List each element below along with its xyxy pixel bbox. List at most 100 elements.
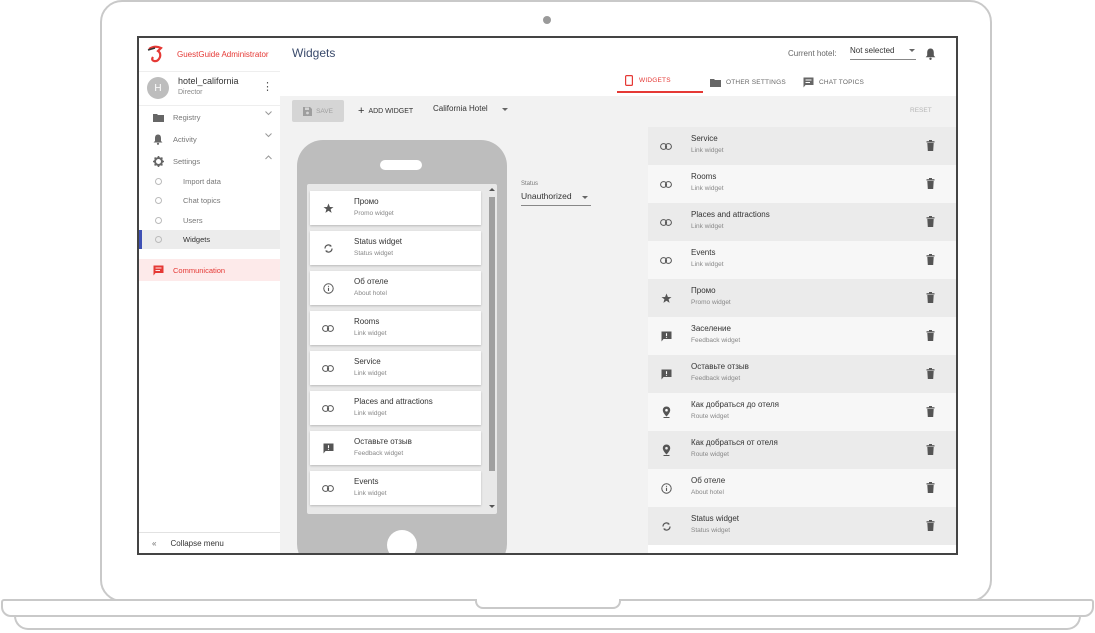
add-widget-button[interactable]: + ADD WIDGET bbox=[358, 101, 413, 121]
phone-widget-card[interactable]: Events Link widget bbox=[310, 471, 481, 505]
widget-subtitle: Link widget bbox=[691, 185, 724, 192]
tab-other-settings[interactable]: OTHER SETTINGS bbox=[710, 69, 786, 95]
delete-icon[interactable] bbox=[924, 519, 936, 532]
tab-widgets[interactable]: WIDGETS bbox=[617, 69, 703, 93]
tab-chat-topics[interactable]: CHAT TOPICS bbox=[803, 69, 864, 95]
widget-title: Заселение bbox=[691, 324, 731, 333]
phone-widget-card[interactable]: Status widget Status widget bbox=[310, 231, 481, 265]
phone-widget-subtitle: About hotel bbox=[354, 290, 387, 297]
phone-widget-title: Service bbox=[354, 357, 381, 366]
top-header: Widgets Current hotel: Not selected bbox=[280, 38, 956, 70]
phone-preview: Промо Promo widget Status widget Status … bbox=[297, 140, 507, 553]
radio-dot-icon bbox=[155, 197, 162, 204]
sidebar-subitem-widgets[interactable]: Widgets bbox=[139, 230, 280, 249]
link-icon bbox=[322, 482, 334, 494]
hotel-select-value: California Hotel bbox=[433, 104, 488, 113]
feedback-icon bbox=[660, 368, 672, 380]
sidebar-item-communication[interactable]: Communication bbox=[139, 259, 280, 281]
chevron-down-icon bbox=[265, 133, 272, 140]
phone-widget-title: Промо bbox=[354, 197, 379, 206]
sidebar-item-settings[interactable]: Settings bbox=[139, 151, 280, 171]
widget-list-item[interactable]: Rooms Link widget bbox=[648, 165, 956, 203]
current-hotel-value: Not selected bbox=[850, 46, 895, 55]
phone-widget-card[interactable]: Rooms Link widget bbox=[310, 311, 481, 345]
feedback-icon bbox=[660, 330, 672, 342]
scroll-down-arrow-icon[interactable] bbox=[489, 505, 495, 508]
delete-icon[interactable] bbox=[924, 177, 936, 190]
widget-list-item[interactable]: Заселение Feedback widget bbox=[648, 317, 956, 355]
widget-list-item[interactable]: Events Link widget bbox=[648, 241, 956, 279]
hotel-select[interactable]: California Hotel bbox=[433, 104, 511, 117]
double-chevron-left-icon: « bbox=[152, 539, 157, 548]
collapse-menu-button[interactable]: « Collapse menu bbox=[139, 532, 280, 553]
widget-list-item[interactable]: Service Link widget bbox=[648, 127, 956, 165]
sidebar-item-label: Activity bbox=[173, 134, 197, 144]
user-profile: H hotel_california Director ⋮ bbox=[139, 71, 280, 106]
delete-icon[interactable] bbox=[924, 443, 936, 456]
sidebar-subitem-users[interactable]: Users bbox=[139, 211, 280, 230]
widget-subtitle: Promo widget bbox=[691, 299, 731, 306]
toolbar: SAVE + ADD WIDGET California Hotel RESET bbox=[280, 96, 956, 128]
widget-title: Оставьте отзыв bbox=[691, 362, 749, 371]
status-select[interactable]: Unauthorized bbox=[521, 191, 591, 206]
link-icon bbox=[322, 362, 334, 374]
widget-list-item[interactable]: Как добраться до отеля Route widget bbox=[648, 393, 956, 431]
sidebar-subitem-label: Import data bbox=[183, 177, 221, 186]
more-vert-icon[interactable]: ⋮ bbox=[262, 80, 273, 94]
widget-title: Промо bbox=[691, 286, 716, 295]
widget-list-item[interactable]: Places and attractions Link widget bbox=[648, 203, 956, 241]
widget-list-item[interactable]: Оставьте отзыв Feedback widget bbox=[648, 355, 956, 393]
sidebar-subitem-chat-topics[interactable]: Chat topics bbox=[139, 191, 280, 210]
notifications-bell-icon[interactable] bbox=[925, 47, 937, 60]
phone-widget-subtitle: Link widget bbox=[354, 490, 387, 497]
phone-widget-card[interactable]: Places and attractions Link widget bbox=[310, 391, 481, 425]
app-logo-icon bbox=[147, 45, 167, 63]
widget-subtitle: Feedback widget bbox=[691, 375, 741, 382]
widget-list-item[interactable]: Об отеле About hotel bbox=[648, 469, 956, 507]
delete-icon[interactable] bbox=[924, 253, 936, 266]
phone-widget-card[interactable]: Об отеле About hotel bbox=[310, 271, 481, 305]
sync-icon bbox=[322, 242, 334, 254]
delete-icon[interactable] bbox=[924, 215, 936, 228]
phone-widget-card[interactable]: Промо Promo widget bbox=[310, 191, 481, 225]
delete-icon[interactable] bbox=[924, 367, 936, 380]
sidebar-item-registry[interactable]: Registry bbox=[139, 107, 280, 127]
sidebar-item-activity[interactable]: Activity bbox=[139, 129, 280, 149]
save-button[interactable]: SAVE bbox=[292, 100, 344, 122]
widget-list-item[interactable]: Status widget Status widget bbox=[648, 507, 956, 545]
delete-icon[interactable] bbox=[924, 329, 936, 342]
widget-list-item[interactable]: Промо Promo widget bbox=[648, 279, 956, 317]
scroll-thumb[interactable] bbox=[489, 197, 495, 471]
sidebar-subitem-label: Users bbox=[183, 216, 203, 225]
reset-button[interactable]: RESET bbox=[910, 107, 932, 114]
folder-icon bbox=[710, 77, 721, 88]
info-icon bbox=[322, 282, 334, 294]
phone-widget-card[interactable]: Service Link widget bbox=[310, 351, 481, 385]
current-hotel-select[interactable]: Not selected bbox=[850, 46, 916, 60]
current-hotel-label: Current hotel: bbox=[788, 49, 837, 58]
delete-icon[interactable] bbox=[924, 405, 936, 418]
phone-widget-card[interactable]: Оставьте отзыв Feedback widget bbox=[310, 431, 481, 465]
widget-subtitle: Route widget bbox=[691, 413, 729, 420]
widget-list: Service Link widget Rooms Link widget Pl… bbox=[648, 127, 956, 553]
caret-down-icon bbox=[582, 196, 588, 199]
star-icon bbox=[660, 292, 672, 304]
phone-screen: Промо Promo widget Status widget Status … bbox=[307, 184, 497, 514]
sidebar-subitem-import-data[interactable]: Import data bbox=[139, 172, 280, 191]
tab-label: WIDGETS bbox=[639, 76, 671, 84]
widget-list-item[interactable]: Как добраться от отеля Route widget bbox=[648, 431, 956, 469]
delete-icon[interactable] bbox=[924, 139, 936, 152]
phone-scrollbar[interactable] bbox=[486, 188, 496, 510]
tab-label: CHAT TOPICS bbox=[819, 78, 865, 86]
app-title: GuestGuide Administrator bbox=[177, 49, 269, 59]
scroll-up-arrow-icon[interactable] bbox=[489, 188, 495, 191]
info-icon bbox=[660, 482, 672, 494]
user-name: hotel_california bbox=[178, 76, 239, 86]
widget-title: Events bbox=[691, 248, 716, 257]
phone-widget-subtitle: Promo widget bbox=[354, 210, 394, 217]
chevron-up-icon bbox=[265, 155, 272, 162]
phone-widget-title: Places and attractions bbox=[354, 397, 433, 406]
caret-down-icon bbox=[909, 49, 915, 52]
delete-icon[interactable] bbox=[924, 481, 936, 494]
delete-icon[interactable] bbox=[924, 291, 936, 304]
